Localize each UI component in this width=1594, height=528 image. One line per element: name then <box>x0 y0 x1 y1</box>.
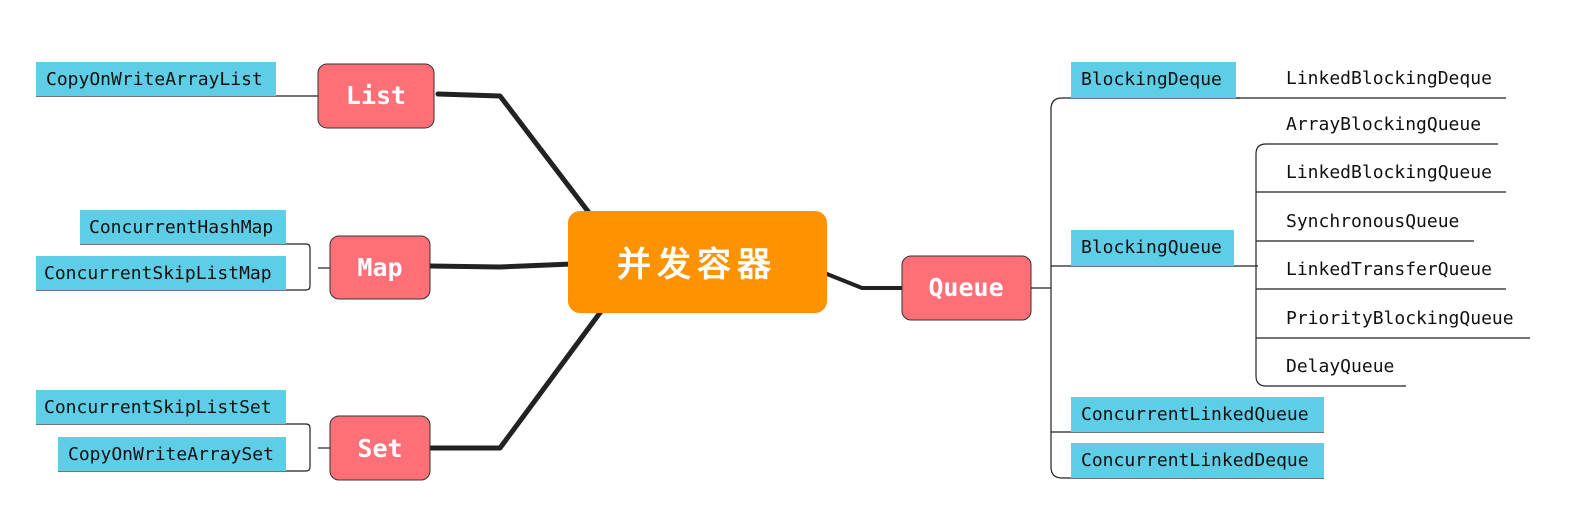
branch-set-label: Set <box>357 434 402 463</box>
leaf-copyonwritearraylist[interactable]: CopyOnWriteArrayList <box>36 62 276 96</box>
connector-root-list <box>435 91 593 217</box>
branch-queue-label: Queue <box>928 273 1003 302</box>
branch-list[interactable]: List <box>317 63 435 129</box>
leaf-synchronousqueue[interactable]: SynchronousQueue <box>1286 211 1459 232</box>
leaf-label: ConcurrentSkipListSet <box>44 397 272 418</box>
leaf-delayqueue[interactable]: DelayQueue <box>1286 356 1394 377</box>
branch-queue[interactable]: Queue <box>901 255 1032 321</box>
leaf-concurrenthashmap[interactable]: ConcurrentHashMap <box>80 210 286 244</box>
node-concurrentlinkedqueue[interactable]: ConcurrentLinkedQueue <box>1071 397 1324 432</box>
leaf-label: CopyOnWriteArrayList <box>46 69 263 90</box>
branch-map[interactable]: Map <box>329 235 431 300</box>
leaf-linkedblockingqueue[interactable]: LinkedBlockingQueue <box>1286 162 1492 183</box>
leaf-label: CopyOnWriteArraySet <box>68 444 274 465</box>
node-concurrentlinkeddeque[interactable]: ConcurrentLinkedDeque <box>1071 443 1324 478</box>
leaf-concurrentskiplistmap[interactable]: ConcurrentSkipListMap <box>36 256 286 290</box>
node-label: ConcurrentLinkedQueue <box>1081 404 1309 425</box>
node-label: BlockingDeque <box>1081 69 1222 90</box>
leaf-copyonwritearrayset[interactable]: CopyOnWriteArraySet <box>58 437 286 471</box>
leaf-linkedtransferqueue[interactable]: LinkedTransferQueue <box>1286 259 1492 280</box>
leaf-label: ConcurrentSkipListMap <box>44 263 272 284</box>
leaf-arrayblockingqueue[interactable]: ArrayBlockingQueue <box>1286 114 1481 135</box>
leaf-concurrentskiplistset[interactable]: ConcurrentSkipListSet <box>36 390 286 424</box>
mind-map: 并发容器 List Map Set Queue CopyOnWriteArray… <box>36 62 1530 481</box>
connector-root-set <box>427 307 605 451</box>
node-blockingqueue[interactable]: BlockingQueue <box>1071 230 1234 266</box>
node-label: ConcurrentLinkedDeque <box>1081 450 1309 471</box>
leaf-linkedblockingdeque[interactable]: LinkedBlockingDeque <box>1286 68 1492 89</box>
branch-list-label: List <box>346 81 406 110</box>
connector-root-map <box>427 261 575 270</box>
root-label: 并发容器 <box>617 245 777 285</box>
connector-root-queue <box>825 272 904 290</box>
leaf-priorityblockingqueue[interactable]: PriorityBlockingQueue <box>1286 308 1514 329</box>
root-node[interactable]: 并发容器 <box>568 211 827 313</box>
branch-set[interactable]: Set <box>329 415 431 481</box>
node-label: BlockingQueue <box>1081 237 1222 258</box>
node-blockingdeque[interactable]: BlockingDeque <box>1071 62 1236 98</box>
branch-map-label: Map <box>357 253 402 282</box>
leaf-label: ConcurrentHashMap <box>89 217 273 238</box>
right-plain-leaves: LinkedBlockingDeque ArrayBlockingQueue L… <box>1286 68 1514 377</box>
